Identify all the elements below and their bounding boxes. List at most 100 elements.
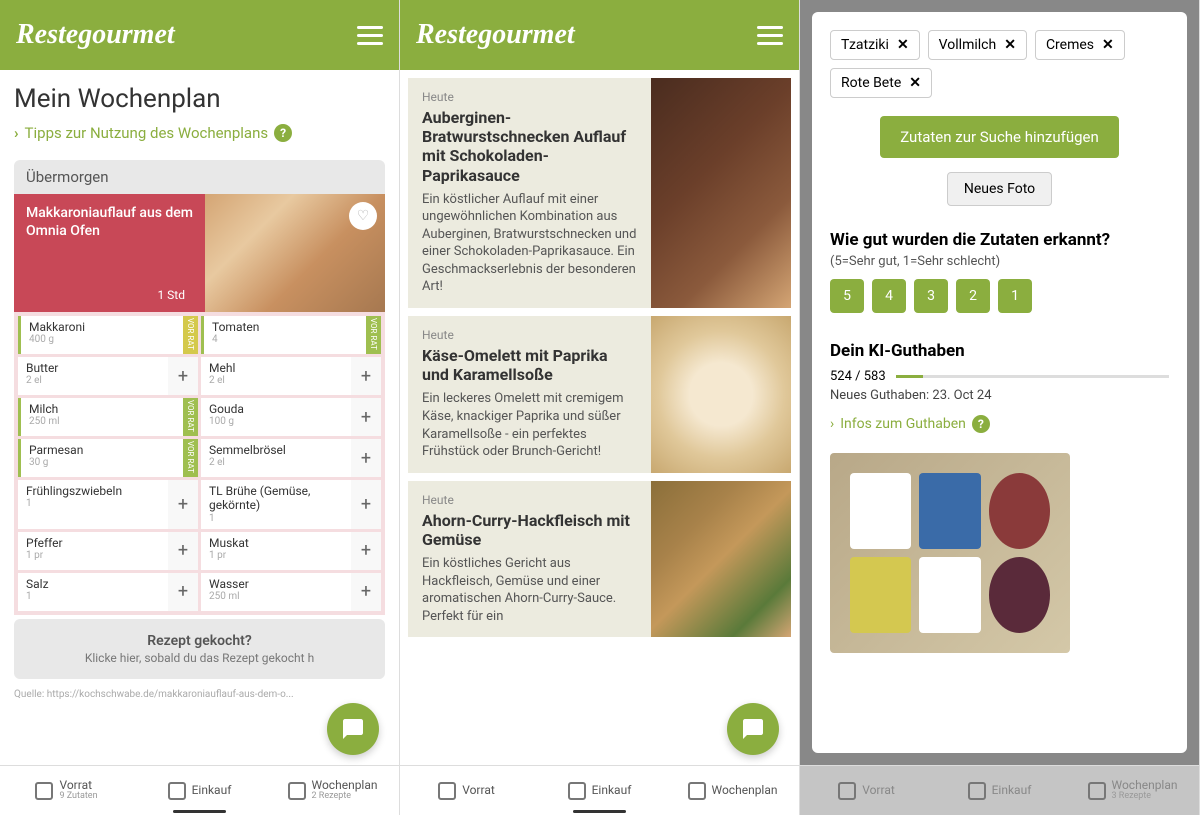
fridge-icon [35,782,53,800]
close-icon[interactable]: ✕ [909,75,921,91]
close-icon[interactable]: ✕ [897,37,909,53]
ingredient-item[interactable]: Milch250 mlVOR RAT [18,398,198,436]
ingredient-item[interactable]: Gouda100 g+ [201,398,381,436]
credit-info-link[interactable]: › Infos zum Guthaben ? [830,415,1169,433]
scale-hint: (5=Sehr gut, 1=Sehr schlecht) [830,254,1169,269]
plus-icon[interactable]: + [351,439,381,477]
plus-icon[interactable]: + [351,357,381,395]
chevron-right-icon: › [14,124,19,142]
app-header: Restegourmet [400,0,799,70]
ingredient-item[interactable]: Semmelbrösel2 el+ [201,439,381,477]
chat-fab[interactable] [327,703,379,755]
photo-preview [830,453,1070,653]
menu-icon[interactable] [757,26,783,45]
page-title: Mein Wochenplan [14,84,385,114]
tab-bar: Vorrat Einkauf Wochenplan [400,765,799,815]
menu-icon[interactable] [357,26,383,45]
fridge-icon [838,782,856,800]
rating-button-4[interactable]: 4 [872,279,906,313]
help-icon[interactable]: ? [972,415,990,433]
recipe-image [651,481,791,638]
plus-icon[interactable]: + [351,532,381,570]
logo: Restegourmet [16,19,175,51]
ingredient-item[interactable]: Muskat1 pr+ [201,532,381,570]
ingredient-item[interactable]: Wasser250 ml+ [201,573,381,611]
ingredient-item[interactable]: Frühlingszwiebeln1+ [18,480,198,529]
credit-bar [896,375,1169,378]
fridge-icon [438,782,456,800]
recipe-time: 1 Std [26,288,193,302]
ingredient-tag[interactable]: Tzatziki✕ [830,30,920,60]
plus-icon[interactable]: + [351,398,381,436]
ingredient-tag[interactable]: Cremes✕ [1035,30,1125,60]
recipe-title: Makkaroniauflauf aus dem Omnia Ofen [26,204,193,240]
recipe-list-item[interactable]: HeuteKäse-Omelett mit Paprika und Karame… [408,316,791,473]
tab-bar: Vorrat Einkauf Wochenplan3 Rezepte [800,765,1199,815]
source-text: Quelle: https://kochschwabe.de/makkaroni… [14,689,385,700]
tab-vorrat[interactable]: Vorrat [800,766,933,815]
new-photo-button[interactable]: Neues Foto [947,172,1052,206]
tab-vorrat[interactable]: Vorrat9 Zutaten [0,766,133,815]
day-label: Übermorgen [14,160,385,194]
plus-icon[interactable]: + [168,573,198,611]
ingredient-item[interactable]: Pfeffer1 pr+ [18,532,198,570]
tab-wochenplan[interactable]: Wochenplan2 Rezepte [266,766,399,815]
credit-value: 524 / 583 [830,369,886,384]
ingredient-item[interactable]: Tomaten4VOR RAT [201,316,381,354]
rating-question: Wie gut wurden die Zutaten erkannt? [830,230,1169,250]
ingredient-tag[interactable]: Rote Bete✕ [830,68,932,98]
vorrat-badge: VOR RAT [366,316,381,354]
tab-einkauf[interactable]: Einkauf [133,766,266,815]
credit-date: Neues Guthaben: 23. Oct 24 [830,388,1169,403]
bag-icon [968,782,986,800]
app-header: Restegourmet [0,0,399,70]
bag-icon [168,782,186,800]
tab-einkauf[interactable]: Einkauf [533,766,666,815]
rating-button-5[interactable]: 5 [830,279,864,313]
plus-icon[interactable]: + [168,532,198,570]
plus-icon[interactable]: + [351,480,381,529]
recipe-image [651,78,791,308]
ingredient-item[interactable]: TL Brühe (Gemüse, gekörnte)1+ [201,480,381,529]
credit-title: Dein KI-Guthaben [830,341,1169,361]
tab-wochenplan[interactable]: Wochenplan [666,766,799,815]
chat-fab[interactable] [727,703,779,755]
close-icon[interactable]: ✕ [1102,37,1114,53]
tips-link[interactable]: › Tipps zur Nutzung des Wochenplans ? [14,124,385,142]
recipe-image [651,316,791,473]
ingredient-item[interactable]: Makkaroni400 gVOR RAT [18,316,198,354]
vorrat-badge: VOR RAT [183,316,198,354]
plus-icon[interactable]: + [168,357,198,395]
vorrat-badge: VOR RAT [183,398,198,436]
plus-icon[interactable]: + [168,480,198,529]
rating-button-3[interactable]: 3 [914,279,948,313]
rating-button-2[interactable]: 2 [956,279,990,313]
recipe-card[interactable]: Makkaroniauflauf aus dem Omnia Ofen 1 St… [14,194,385,312]
tab-bar: Vorrat9 Zutaten Einkauf Wochenplan2 Reze… [0,765,399,815]
ingredient-item[interactable]: Mehl2 el+ [201,357,381,395]
ingredient-item[interactable]: Salz1+ [18,573,198,611]
ingredient-item[interactable]: Butter2 el+ [18,357,198,395]
tags-container: Tzatziki✕ Vollmilch✕ Cremes✕ Rote Bete✕ [830,30,1169,98]
close-icon[interactable]: ✕ [1004,37,1016,53]
ingredients-panel: Makkaroni400 gVOR RATTomaten4VOR RATButt… [14,312,385,615]
recipe-list-item[interactable]: HeuteAhorn-Curry-Hackfleisch mit GemüseE… [408,481,791,638]
tab-vorrat[interactable]: Vorrat [400,766,533,815]
tab-einkauf[interactable]: Einkauf [933,766,1066,815]
ingredient-item[interactable]: Parmesan30 gVOR RAT [18,439,198,477]
help-icon[interactable]: ? [274,124,292,142]
add-ingredients-button[interactable]: Zutaten zur Suche hinzufügen [880,116,1119,158]
ingredient-modal: Tzatziki✕ Vollmilch✕ Cremes✕ Rote Bete✕ Zut… [812,12,1187,753]
tab-wochenplan[interactable]: Wochenplan3 Rezepte [1066,766,1199,815]
vorrat-badge: VOR RAT [183,439,198,477]
bag-icon [568,782,586,800]
favorite-icon[interactable]: ♡ [349,202,377,230]
cooked-prompt[interactable]: Rezept gekocht? Klicke hier, sobald du d… [14,619,385,679]
recipe-list-item[interactable]: HeuteAuberginen-Bratwurstschnecken Aufla… [408,78,791,308]
logo: Restegourmet [416,19,575,51]
list-icon [1088,782,1106,800]
plus-icon[interactable]: + [351,573,381,611]
rating-button-1[interactable]: 1 [998,279,1032,313]
ingredient-tag[interactable]: Vollmilch✕ [928,30,1027,60]
chevron-right-icon: › [830,416,834,432]
